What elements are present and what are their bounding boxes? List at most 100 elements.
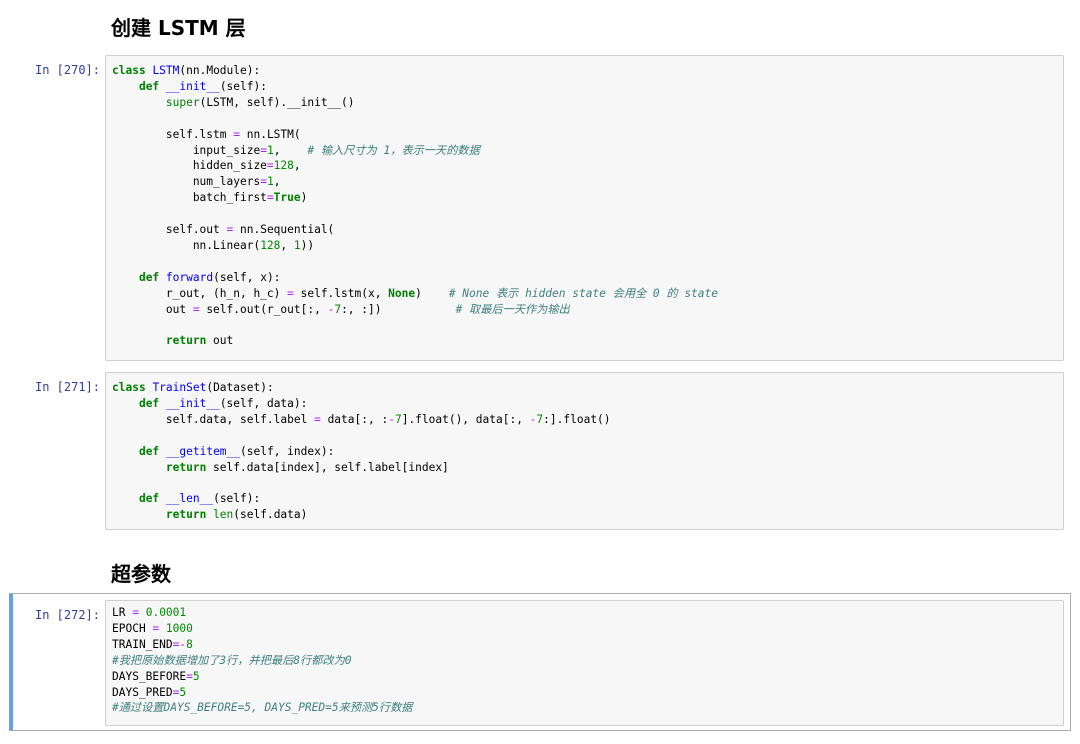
code-token: True bbox=[273, 191, 301, 205]
code-token: = bbox=[186, 669, 193, 683]
code-area[interactable]: class TrainSet(Dataset): def __init__(se… bbox=[106, 373, 1063, 530]
code-token: 8 bbox=[186, 637, 193, 651]
code-token: len bbox=[213, 508, 234, 522]
code-token: 1000 bbox=[165, 621, 193, 635]
code-editor[interactable]: class TrainSet(Dataset): def __init__(se… bbox=[105, 372, 1064, 530]
code-token: 128 bbox=[273, 159, 294, 173]
code-token: EPOCH bbox=[112, 621, 153, 635]
code-token: TRAIN_END bbox=[112, 637, 173, 651]
code-token: = bbox=[266, 159, 274, 173]
code-token: 1 bbox=[266, 143, 274, 157]
code-token: __init__ bbox=[165, 79, 220, 93]
code-token: class bbox=[112, 381, 146, 394]
code-cell-272[interactable]: In [272]: LR = 0.0001 EPOCH = 1000 TRAIN_E… bbox=[0, 600, 1080, 726]
code-line: input_size=1, # 输入尺寸为 1，表示一天的数据 bbox=[112, 143, 1057, 159]
code-line: class TrainSet(Dataset): bbox=[112, 380, 1057, 396]
code-editor[interactable]: class LSTM(nn.Module): def __init__(self… bbox=[105, 55, 1064, 361]
code-token: self.out(r_out[:, bbox=[199, 302, 328, 316]
code-token: def bbox=[138, 396, 160, 410]
cell-prompt: In [271]: bbox=[34, 380, 100, 394]
code-token: (Dataset): bbox=[206, 381, 274, 394]
code-area[interactable]: class LSTM(nn.Module): def __init__(self… bbox=[106, 56, 1063, 356]
code-token: , bbox=[273, 143, 308, 157]
code-line: def __init__(self, data): bbox=[112, 396, 1057, 412]
code-token: = bbox=[266, 191, 274, 205]
code-line: batch_first=True) bbox=[112, 190, 1057, 206]
code-line: return self.data[index], self.label[inde… bbox=[112, 460, 1057, 476]
code-token: #通过设置DAYS_BEFORE=5, DAYS_PRED=5来预测5行数据 bbox=[112, 701, 413, 715]
code-token: #我把原始数据增加了3行，并把最后8行都改为0 bbox=[112, 653, 352, 667]
code-token: # None 表示 hidden state 会用全 0 的 state bbox=[448, 286, 719, 300]
code-token: 1 bbox=[266, 175, 274, 189]
code-cell-270[interactable]: In [270]: class LSTM(nn.Module): def __i… bbox=[0, 55, 1080, 361]
code-line: #通过设置DAYS_BEFORE=5, DAYS_PRED=5来预测5行数据 bbox=[112, 700, 1057, 716]
code-token: = bbox=[287, 286, 294, 300]
code-area[interactable]: LR = 0.0001 EPOCH = 1000 TRAIN_END=-8 #我把原始… bbox=[106, 601, 1063, 723]
cell-prompt: In [272]: bbox=[34, 608, 100, 622]
code-token: ) bbox=[300, 191, 308, 205]
code-token: class bbox=[112, 64, 146, 77]
code-token: super bbox=[165, 95, 200, 109]
code-token: forward bbox=[165, 270, 214, 284]
code-token: 1 bbox=[293, 238, 301, 252]
code-line: return out bbox=[112, 333, 1057, 349]
code-token: LR bbox=[112, 606, 133, 619]
code-line: r_out, (h_n, h_c) = self.lstm(x, None) #… bbox=[112, 286, 1057, 302]
code-token: , bbox=[280, 238, 294, 252]
code-line: DAYS_BEFORE=5 bbox=[112, 669, 1057, 685]
code-token: - bbox=[388, 412, 395, 426]
code-token: return bbox=[165, 508, 207, 522]
code-token: DAYS_PRED bbox=[112, 685, 173, 699]
code-token: )) bbox=[300, 238, 315, 252]
code-token: 5 bbox=[192, 669, 200, 683]
code-token: DAYS_BEFORE bbox=[112, 669, 187, 683]
code-token: self.lstm bbox=[112, 127, 234, 141]
code-token: :].float() bbox=[543, 412, 611, 426]
code-token: TrainSet bbox=[152, 381, 207, 394]
code-token: = bbox=[260, 143, 267, 157]
section-heading-hyperparameters: 超参数 bbox=[111, 562, 171, 586]
code-token: 7 bbox=[394, 412, 402, 426]
code-line: self.out = nn.Sequential( bbox=[112, 222, 1057, 238]
code-token: ) bbox=[415, 286, 449, 300]
code-token: # 输入尺寸为 1，表示一天的数据 bbox=[307, 143, 480, 157]
code-token: = bbox=[233, 127, 240, 141]
code-token: (nn.Module): bbox=[179, 64, 261, 77]
code-token: (self): bbox=[219, 79, 267, 93]
code-token: self.data, self.label bbox=[112, 412, 315, 426]
code-line: hidden_size=128, bbox=[112, 158, 1057, 174]
code-token: return bbox=[165, 334, 207, 348]
code-line: class LSTM(nn.Module): bbox=[112, 63, 1057, 79]
code-token: (self, x): bbox=[213, 270, 281, 284]
code-editor[interactable]: LR = 0.0001 EPOCH = 1000 TRAIN_END=-8 #我把原始… bbox=[105, 600, 1064, 726]
code-token: 0.0001 bbox=[145, 606, 187, 619]
code-line: EPOCH = 1000 bbox=[112, 621, 1057, 637]
code-line: super(LSTM, self).__init__() bbox=[112, 95, 1057, 111]
code-token: def bbox=[138, 444, 160, 458]
code-cell-271[interactable]: In [271]: class TrainSet(Dataset): def _… bbox=[0, 372, 1080, 530]
code-token: (self): bbox=[213, 492, 261, 506]
code-token: def bbox=[138, 492, 160, 506]
code-token: (self, index): bbox=[240, 444, 335, 458]
code-token: nn.LSTM( bbox=[240, 127, 301, 141]
code-token: :, :]) bbox=[341, 302, 456, 316]
code-line: def __getitem__(self, index): bbox=[112, 444, 1057, 460]
code-token: (LSTM, self).__init__() bbox=[199, 95, 355, 109]
code-token: def bbox=[138, 270, 160, 284]
